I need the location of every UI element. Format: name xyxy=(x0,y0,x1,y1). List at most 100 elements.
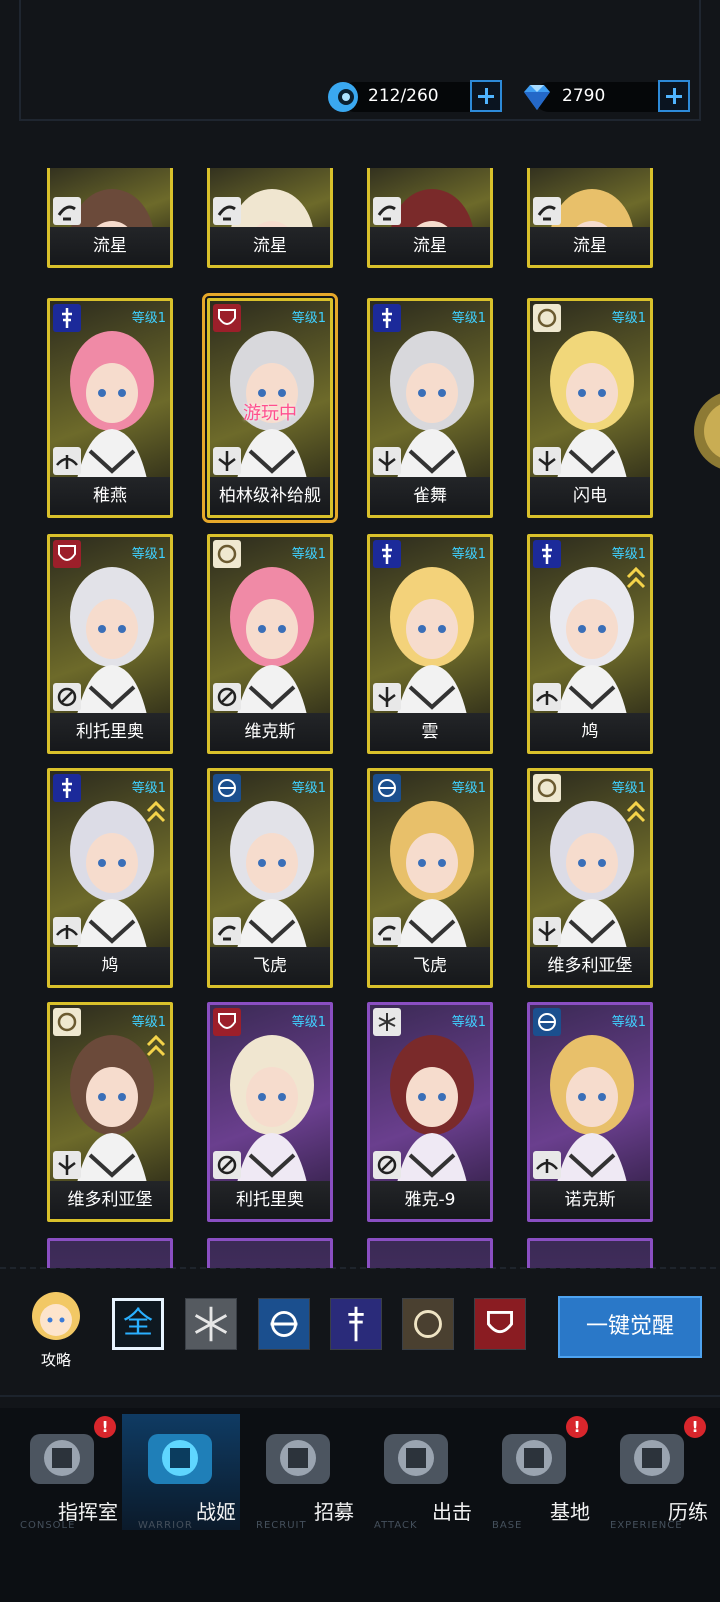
stamina-counter: 212/260 xyxy=(326,80,502,114)
character-name: 飞虎 xyxy=(370,947,490,985)
support-role-icon xyxy=(373,447,401,475)
level-label: 等级1 xyxy=(451,1015,486,1030)
lion-filter-button[interactable] xyxy=(402,1298,454,1350)
character-name: 雅克-9 xyxy=(370,1181,490,1219)
character-card[interactable]: 等级1 雀舞 xyxy=(367,298,493,518)
guide-button[interactable]: 攻略 xyxy=(18,1284,94,1370)
nav-console-tab[interactable]: 指挥室 CONSOLE ! xyxy=(4,1414,122,1531)
nav-label: 招募 xyxy=(314,1500,354,1524)
character-card[interactable]: 等级1 利托里奥 xyxy=(47,534,173,754)
emblem-class-icon xyxy=(213,774,241,802)
sword-class-icon xyxy=(53,304,81,332)
support-role-icon xyxy=(373,683,401,711)
character-card[interactable]: 流星 xyxy=(47,168,173,268)
nav-base-tab[interactable]: 基地 BASE ! xyxy=(476,1414,594,1531)
nav-experience-tab[interactable]: 历练 EXPERIENCE ! xyxy=(594,1414,712,1531)
one-click-awaken-button[interactable]: 一键觉醒 xyxy=(558,1296,702,1358)
nav-attack-tab[interactable]: 出击 ATTACK xyxy=(358,1414,476,1531)
nav-sublabel: ATTACK xyxy=(374,1520,418,1531)
warrior-screen: 212/260 2790 流星 流星 流星 流星 等级1 稚燕 等级1 游玩中 … xyxy=(0,0,720,1602)
speed-role-icon xyxy=(373,197,401,225)
character-card[interactable]: 等级1 雲 xyxy=(367,534,493,754)
nav-recruit-icon xyxy=(266,1434,330,1484)
nav-sublabel: EXPERIENCE xyxy=(610,1520,683,1531)
character-name: 维多利亚堡 xyxy=(530,947,650,985)
character-name: 维多利亚堡 xyxy=(50,1181,170,1219)
snowflake-filter-icon xyxy=(194,1306,228,1342)
speed-role-icon xyxy=(213,917,241,945)
character-card[interactable]: 流星 xyxy=(527,168,653,268)
guide-avatar-icon xyxy=(32,1292,80,1340)
sword-filter-icon xyxy=(348,1306,364,1342)
character-name: 稚燕 xyxy=(50,477,170,515)
character-card[interactable]: 等级1 维克斯 xyxy=(207,534,333,754)
level-label: 等级1 xyxy=(131,547,166,562)
character-card[interactable]: 等级1 维多利亚堡 xyxy=(527,768,653,988)
lion-class-icon xyxy=(53,1008,81,1036)
character-card[interactable]: 等级1 维多利亚堡 xyxy=(47,1002,173,1222)
character-name: 雲 xyxy=(370,713,490,751)
sword-class-icon xyxy=(533,540,561,568)
side-float-icon[interactable] xyxy=(688,390,720,472)
character-card[interactable]: 等级1 诺克斯 xyxy=(527,1002,653,1222)
shield-filter-button[interactable] xyxy=(474,1298,526,1350)
character-card[interactable]: 等级1 稚燕 xyxy=(47,298,173,518)
character-card[interactable]: 等级1 飞虎 xyxy=(367,768,493,988)
character-card[interactable]: 等级1 鸠 xyxy=(527,534,653,754)
rank-up-chevron-icon xyxy=(626,563,646,593)
nav-warrior-tab[interactable]: 战姬 WARRIOR xyxy=(122,1414,240,1531)
character-name: 闪电 xyxy=(530,477,650,515)
playing-status-label: 游玩中 xyxy=(243,403,297,424)
support-role-icon xyxy=(53,1151,81,1179)
shield-class-icon xyxy=(213,304,241,332)
wing-role-icon xyxy=(533,683,561,711)
character-card[interactable]: 等级1 闪电 xyxy=(527,298,653,518)
wing-role-icon xyxy=(53,917,81,945)
character-card[interactable]: 等级1 游玩中 柏林级补给舰 xyxy=(202,293,338,523)
character-card[interactable]: 等级1 利托里奥 xyxy=(207,1002,333,1222)
all-filter-button[interactable]: 全 xyxy=(112,1298,164,1350)
character-card[interactable]: 等级1 雅克-9 xyxy=(367,1002,493,1222)
level-label: 等级1 xyxy=(451,311,486,326)
gun-role-icon xyxy=(373,1151,401,1179)
speed-role-icon xyxy=(373,917,401,945)
character-card-partial[interactable] xyxy=(207,1238,333,1268)
character-card[interactable]: 流星 xyxy=(207,168,333,268)
nav-sublabel: BASE xyxy=(492,1520,523,1531)
emblem-filter-button[interactable] xyxy=(258,1298,310,1350)
level-label: 等级1 xyxy=(131,311,166,326)
character-name: 利托里奥 xyxy=(50,713,170,751)
character-name: 流星 xyxy=(50,227,170,265)
gem-add-button[interactable] xyxy=(658,80,690,112)
gem-value: 2790 xyxy=(562,86,606,106)
level-label: 等级1 xyxy=(131,781,166,796)
support-role-icon xyxy=(533,447,561,475)
snowflake-filter-button[interactable] xyxy=(185,1298,237,1350)
gun-role-icon xyxy=(213,683,241,711)
lion-class-icon xyxy=(533,304,561,332)
shield-filter-icon xyxy=(487,1311,513,1334)
nav-label: 基地 xyxy=(550,1500,590,1524)
emblem-class-icon xyxy=(533,1008,561,1036)
speed-role-icon xyxy=(213,197,241,225)
sword-class-icon xyxy=(53,774,81,802)
character-card-partial[interactable] xyxy=(47,1238,173,1268)
character-card[interactable]: 等级1 飞虎 xyxy=(207,768,333,988)
character-card[interactable]: 流星 xyxy=(367,168,493,268)
nav-recruit-tab[interactable]: 招募 RECRUIT xyxy=(240,1414,358,1531)
character-name: 利托里奥 xyxy=(210,1181,330,1219)
character-card-partial[interactable] xyxy=(367,1238,493,1268)
lion-class-icon xyxy=(533,774,561,802)
alert-badge: ! xyxy=(566,1416,588,1438)
character-name: 流星 xyxy=(530,227,650,265)
character-card[interactable]: 等级1 鸠 xyxy=(47,768,173,988)
level-label: 等级1 xyxy=(291,311,326,326)
stamina-add-button[interactable] xyxy=(470,80,502,112)
emblem-filter-icon xyxy=(270,1311,298,1337)
sword-filter-button[interactable] xyxy=(330,1298,382,1350)
alert-badge: ! xyxy=(684,1416,706,1438)
lion-filter-icon xyxy=(414,1310,442,1338)
character-card-partial[interactable] xyxy=(527,1238,653,1268)
stamina-icon xyxy=(328,82,358,112)
level-label: 等级1 xyxy=(291,781,326,796)
